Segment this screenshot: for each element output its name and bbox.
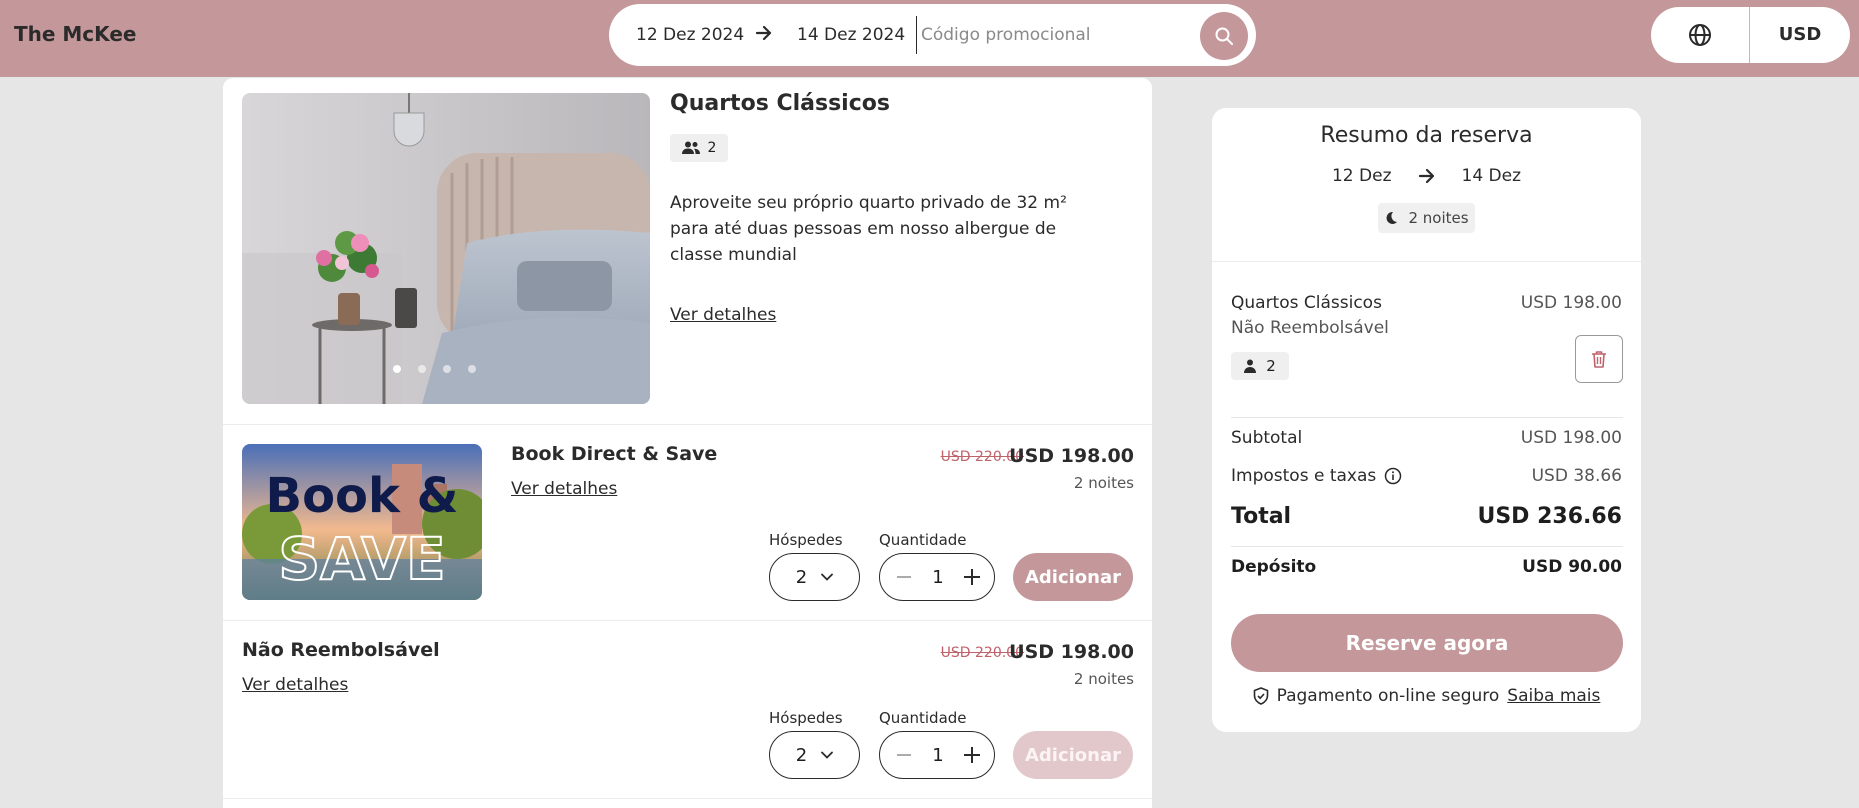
trash-icon: [1592, 351, 1606, 368]
rate-price: USD 198.00: [1009, 445, 1134, 467]
shield-check-icon: [1253, 687, 1268, 705]
moon-icon: [1386, 211, 1398, 224]
quantity-stepper: 1: [879, 553, 995, 601]
booking-summary: Resumo da reserva 12 Dez 14 Dez 2 noites…: [1212, 108, 1641, 732]
nights-badge: 2 noites: [1378, 203, 1475, 233]
item-guests-badge: 2: [1231, 352, 1289, 380]
person-icon: [1244, 359, 1257, 373]
info-icon[interactable]: [1384, 467, 1402, 485]
promo-code-input[interactable]: [921, 16, 1191, 54]
subtotal-label: Subtotal: [1231, 428, 1303, 448]
summary-title: Resumo da reserva: [1320, 123, 1533, 148]
total-label: Total: [1231, 504, 1292, 529]
divider: [1231, 546, 1623, 547]
locale-currency-pill: USD: [1651, 7, 1850, 63]
learn-more-link[interactable]: Saiba mais: [1507, 686, 1600, 706]
currency-button[interactable]: USD: [1750, 7, 1850, 63]
minus-icon: [897, 754, 911, 756]
item-guests-count: 2: [1266, 357, 1276, 375]
divider: [1212, 261, 1641, 262]
quantity-label: Quantidade: [879, 531, 967, 549]
search-icon: [1215, 27, 1233, 45]
check-out-date[interactable]: 14 Dez 2024: [797, 25, 905, 45]
rate-details-link[interactable]: Ver detalhes: [242, 675, 348, 695]
arrow-right-icon: [1418, 168, 1434, 184]
max-guests-count: 2: [707, 140, 717, 156]
max-guests-badge: 2: [670, 134, 728, 162]
search-bar: 12 Dez 2024 14 Dez 2024: [609, 4, 1256, 66]
taxes-label: Impostos e taxas: [1231, 466, 1377, 486]
room-card: Quartos Clássicos 2 Aproveite seu própri…: [223, 78, 1152, 808]
increase-button[interactable]: [960, 743, 984, 767]
plus-icon: [964, 569, 980, 585]
taxes-value: USD 38.66: [1531, 466, 1622, 486]
quantity-stepper: 1: [879, 731, 995, 779]
book-and-save-banner: Book & SAVE: [242, 444, 482, 600]
hotel-brand[interactable]: The McKee: [14, 22, 136, 46]
book-direct-image: Book & SAVE: [242, 444, 482, 600]
nights-label: 2 noites: [1073, 670, 1134, 688]
summary-item-price: USD 198.00: [1520, 293, 1622, 313]
globe-icon: [1689, 24, 1711, 46]
subtotal-value: USD 198.00: [1520, 428, 1622, 448]
divider: [223, 798, 1152, 799]
add-rate-button[interactable]: Adicionar: [1013, 731, 1133, 779]
nights-count: 2 noites: [1408, 209, 1469, 227]
summary-check-out: 14 Dez: [1461, 166, 1522, 186]
remove-item-button[interactable]: [1575, 335, 1623, 383]
quantity-value: 1: [932, 567, 944, 588]
summary-dates: 12 Dez 14 Dez: [1212, 166, 1641, 186]
quantity-value: 1: [932, 745, 944, 766]
decrease-button[interactable]: [892, 743, 916, 767]
banner-line-2: SAVE: [278, 525, 445, 593]
secure-payment-text: Pagamento on-line seguro: [1276, 686, 1500, 706]
quantity-label: Quantidade: [879, 709, 967, 727]
room-description: Aproveite seu próprio quarto privado de …: [670, 193, 1067, 265]
guests-value: 2: [795, 744, 808, 766]
room-details-link[interactable]: Ver detalhes: [670, 305, 776, 325]
divider: [223, 620, 1152, 621]
total-value: USD 236.66: [1477, 504, 1622, 529]
summary-check-in: 12 Dez: [1331, 166, 1392, 186]
guests-select[interactable]: 2: [769, 553, 860, 601]
chevron-down-icon: [821, 751, 834, 759]
rate-details-link[interactable]: Ver detalhes: [511, 479, 617, 499]
guests-label: Hóspedes: [769, 531, 843, 549]
minus-icon: [897, 576, 911, 578]
rate-title: Book Direct & Save: [511, 443, 718, 465]
room-title: Quartos Clássicos: [670, 91, 890, 116]
divider: [916, 16, 917, 54]
room-image-carousel[interactable]: [242, 93, 650, 404]
rate-title: Não Reembolsável: [242, 639, 440, 661]
search-button[interactable]: [1200, 12, 1248, 60]
check-in-date[interactable]: 12 Dez 2024: [636, 25, 744, 45]
decrease-button[interactable]: [892, 565, 916, 589]
summary-item-rate: Não Reembolsável: [1231, 318, 1389, 338]
summary-item-name: Quartos Clássicos: [1231, 293, 1382, 313]
taxes-row-label: Impostos e taxas: [1231, 466, 1402, 486]
guests-select[interactable]: 2: [769, 731, 860, 779]
guests-value: 2: [795, 566, 808, 588]
deposit-value: USD 90.00: [1522, 557, 1622, 577]
deposit-label: Depósito: [1231, 557, 1317, 577]
plus-icon: [964, 747, 980, 763]
add-rate-button[interactable]: Adicionar: [1013, 553, 1133, 601]
top-bar: The McKee 12 Dez 2024 14 Dez 2024 USD: [0, 0, 1859, 77]
divider: [223, 424, 1152, 425]
rate-price: USD 198.00: [1009, 641, 1134, 663]
banner-line-1: Book &: [265, 468, 458, 524]
guests-label: Hóspedes: [769, 709, 843, 727]
room-photo: [242, 93, 650, 404]
arrow-right-icon: [755, 24, 773, 46]
increase-button[interactable]: [960, 565, 984, 589]
secure-payment-note: Pagamento on-line seguro Saiba mais: [1212, 686, 1641, 706]
chevron-down-icon: [821, 573, 834, 581]
divider: [1231, 417, 1623, 418]
nights-label: 2 noites: [1073, 474, 1134, 492]
language-button[interactable]: [1651, 7, 1749, 63]
people-icon: [681, 141, 700, 154]
book-now-button[interactable]: Reserve agora: [1231, 614, 1623, 672]
